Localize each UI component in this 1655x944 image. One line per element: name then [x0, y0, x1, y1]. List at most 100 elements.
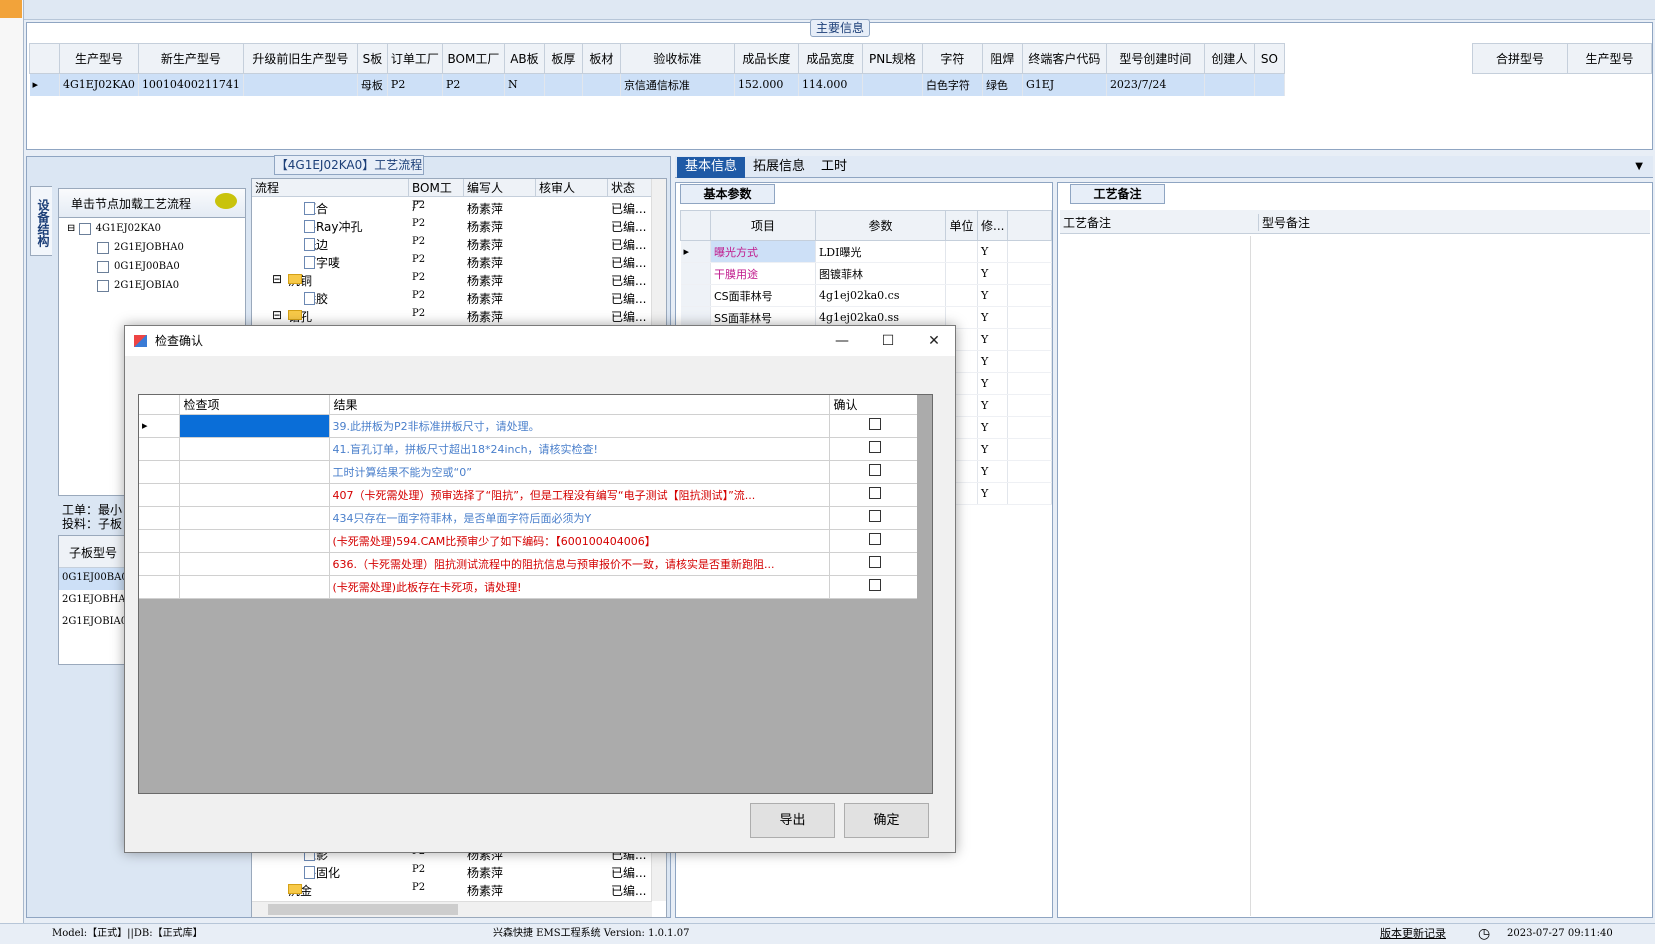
param-item[interactable]: 干膜用途 — [710, 262, 816, 285]
param-flag[interactable]: Y — [977, 306, 1009, 329]
tab-basic-info[interactable]: 基本信息 — [677, 157, 746, 178]
check-item-cell[interactable] — [179, 414, 330, 438]
col-unit[interactable]: 单位 — [945, 210, 978, 241]
confirm-checkbox[interactable] — [869, 579, 882, 591]
table-row[interactable]: ▸ 39.此拼板为P2非标准拼板尺寸，请处理。 — [139, 414, 919, 438]
tab-equipment-structure[interactable]: 设备结构 — [30, 186, 52, 256]
col-5[interactable]: BOM工厂 — [441, 43, 505, 74]
col-7[interactable]: 板厚 — [543, 43, 583, 74]
confirm-checkbox[interactable] — [869, 556, 882, 568]
cell-11[interactable]: 114.000 — [798, 73, 863, 96]
col-param[interactable]: 参数 — [815, 210, 946, 241]
col-writer[interactable]: 编写人 — [464, 179, 536, 197]
check-item-cell[interactable] — [179, 437, 330, 461]
param-flag[interactable]: Y — [977, 438, 1009, 461]
table-row[interactable]: 636.（卡死需处理）阻抗测试流程中的阻抗信息与预审报价不一致，请核实是否重新跑… — [139, 552, 919, 576]
flow-row[interactable]: 沉金P2杨素萍已编... — [252, 880, 652, 899]
check-item-cell[interactable] — [179, 552, 330, 576]
flow-row[interactable]: 终固化 P2 杨素萍 已编... — [252, 862, 652, 881]
table-row[interactable]: 407（卡死需处理）预审选择了“阻抗”，但是工程没有编写“电子测试【阻抗测试】”… — [139, 483, 919, 507]
col-bom-factory[interactable]: BOM工厂 — [409, 179, 464, 213]
param-unit[interactable] — [945, 262, 978, 285]
confirm-checkbox[interactable] — [869, 464, 882, 476]
cell-1[interactable]: 10010400211741 — [138, 73, 244, 96]
grid-scrollbar[interactable] — [917, 395, 932, 793]
flow-row[interactable]: 打字唛 P2 杨素萍 已编... — [252, 252, 652, 271]
cell-0[interactable]: 4G1EJ02KA0 — [59, 73, 139, 96]
col-3[interactable]: S板 — [356, 43, 388, 74]
param-flag[interactable]: Y — [977, 262, 1009, 285]
param-value[interactable]: 4g1ej02ka0.cs — [815, 284, 946, 307]
param-value[interactable]: LDI曝光 — [815, 240, 946, 263]
col-confirm[interactable]: 确认 — [829, 395, 919, 415]
col-status[interactable]: 状态 — [608, 179, 652, 197]
tree-node-root[interactable]: ⊟ 4G1EJ02KA0 — [67, 221, 161, 237]
flow-row[interactable]: ⊟沉铜P2杨素萍已编... — [252, 270, 652, 289]
param-flag[interactable]: Y — [977, 328, 1009, 351]
tab-work-hours[interactable]: 工时 — [813, 157, 855, 178]
confirm-checkbox[interactable] — [869, 510, 882, 522]
col-4[interactable]: 订单工厂 — [386, 43, 443, 74]
check-item-cell[interactable] — [179, 506, 330, 530]
minimize-icon[interactable]: — — [819, 326, 865, 356]
cell-16[interactable]: 2023/7/24 — [1106, 73, 1205, 96]
table-row[interactable]: ▸ 曝光方式 LDI曝光 Y — [680, 240, 1052, 263]
col-12[interactable]: PNL规格 — [861, 43, 923, 74]
flow-row[interactable]: 除胶 P2 杨素萍 已编... — [252, 288, 652, 307]
col-2[interactable]: 升级前旧生产型号 — [242, 43, 358, 74]
tree-expander-icon[interactable]: ⊟ — [272, 308, 282, 322]
col-15[interactable]: 终端客户代码 — [1021, 43, 1107, 74]
tree-node-child[interactable]: 2G1EJOBIA0 — [97, 278, 179, 294]
col-8[interactable]: 板材 — [581, 43, 621, 74]
col-check-item[interactable]: 检查项 — [179, 395, 330, 415]
cell-14[interactable]: 绿色 — [982, 73, 1023, 96]
col-6[interactable]: AB板 — [503, 43, 545, 74]
tab-extended-info[interactable]: 拓展信息 — [745, 157, 813, 178]
cell-3[interactable]: 母板 — [357, 73, 388, 96]
col-9[interactable]: 验收标准 — [619, 43, 735, 74]
table-row[interactable]: (卡死需处理)此板存在卡死项，请处理! — [139, 575, 919, 599]
table-row[interactable]: CS面菲林号 4g1ej02ka0.cs Y — [680, 284, 1052, 307]
check-item-cell[interactable] — [179, 575, 330, 599]
param-item[interactable]: CS面菲林号 — [710, 284, 816, 307]
param-flag[interactable]: Y — [977, 416, 1009, 439]
tree-expander-icon[interactable]: ⊟ — [272, 272, 282, 286]
col-result[interactable]: 结果 — [329, 395, 830, 415]
confirm-checkbox[interactable] — [869, 533, 882, 545]
cell-2[interactable] — [243, 73, 358, 96]
check-item-cell[interactable] — [179, 529, 330, 553]
col-process-note[interactable]: 工艺备注 — [1063, 214, 1111, 231]
flow-row[interactable]: X-Ray冲孔 P2 杨素萍 已编... — [252, 216, 652, 235]
cell-7[interactable] — [544, 73, 583, 96]
confirm-checkbox[interactable] — [869, 487, 882, 499]
param-value[interactable]: 图镀菲林 — [815, 262, 946, 285]
export-button[interactable]: 导出 — [750, 803, 835, 838]
col-model-note[interactable]: 型号备注 — [1258, 214, 1310, 231]
tree-node-child[interactable]: 0G1EJ00BA0 — [97, 259, 180, 275]
cell-6[interactable]: N — [504, 73, 545, 96]
param-unit[interactable] — [945, 240, 978, 263]
param-flag[interactable]: Y — [977, 284, 1009, 307]
col-production-model[interactable]: 生产型号 — [1567, 43, 1652, 74]
tree-expander-icon[interactable]: ⊟ — [67, 223, 75, 234]
confirm-checkbox[interactable] — [869, 441, 882, 453]
cell-4[interactable]: P2 — [387, 73, 443, 96]
param-item[interactable]: 曝光方式 — [710, 240, 816, 263]
tab-basic-params[interactable]: 基本参数 — [680, 184, 775, 204]
flow-row[interactable]: ⊟钻孔P2杨素萍已编... — [252, 306, 652, 325]
check-item-cell[interactable] — [179, 483, 330, 507]
cell-17[interactable] — [1204, 73, 1255, 96]
col-17[interactable]: 创建人 — [1203, 43, 1255, 74]
col-11[interactable]: 成品宽度 — [797, 43, 863, 74]
flow-row[interactable]: 铣边 P2 杨素萍 已编... — [252, 234, 652, 253]
chevron-down-icon[interactable]: ▼ — [1627, 157, 1651, 178]
cell-9[interactable]: 京信通信标准 — [620, 73, 735, 96]
table-row[interactable]: 434只存在一面字符菲林，是否单面字符后面必须为Y — [139, 506, 919, 530]
table-row[interactable]: ▸ 4G1EJ02KA0 10010400211741 母板 P2 P2 N 京信通信标准 15… — [29, 73, 1285, 96]
menu-button[interactable] — [0, 0, 22, 18]
param-flag[interactable]: Y — [977, 460, 1009, 483]
ok-button[interactable]: 确定 — [844, 803, 929, 838]
col-flow[interactable]: 流程 — [252, 179, 409, 197]
col-1[interactable]: 新生产型号 — [137, 43, 244, 74]
param-flag[interactable]: Y — [977, 240, 1009, 263]
